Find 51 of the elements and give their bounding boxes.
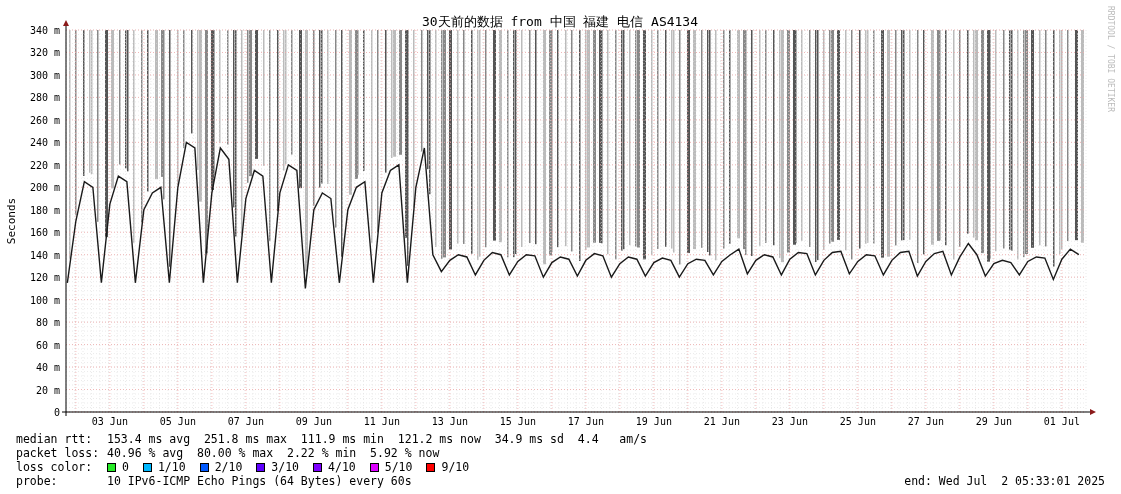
x-tick-label: 21 Jun	[703, 416, 740, 427]
x-tick-label: 19 Jun	[635, 416, 672, 427]
legend-text: 5/10	[384, 460, 413, 474]
x-tick-label: 29 Jun	[975, 416, 1012, 427]
legend-text: 2/10	[214, 460, 243, 474]
y-tick-label: 300 m	[29, 69, 60, 81]
x-tick-label: 03 Jun	[91, 416, 128, 427]
y-tick-label: 200 m	[29, 182, 60, 194]
side-text: RRDTOOL / TOBI OETIKER	[1106, 6, 1115, 112]
y-tick-label: 260 m	[29, 114, 60, 126]
y-tick-label: 20 m	[35, 384, 60, 396]
y-tick-label: 340 m	[29, 25, 60, 36]
legend-text: 3/10	[271, 460, 300, 474]
y-tick-label: 240 m	[29, 137, 60, 149]
y-tick-label: 0	[53, 407, 60, 418]
legend-text: 153.4 ms avg 251.8 ms max 111.9 ms min 121.2 ms now 34.9 ms sd 4.4 am/s	[107, 432, 648, 446]
y-tick-label: 40 m	[35, 362, 60, 374]
y-tick-label: 220 m	[29, 159, 60, 171]
y-tick-label: 80 m	[35, 317, 60, 329]
y-tick-label: 60 m	[35, 339, 60, 351]
legend-text: 40.96 % avg 80.00 % max 2.22 % min 5.92 % now	[107, 446, 440, 460]
x-tick-label: 17 Jun	[567, 416, 604, 427]
legend-label: loss color:	[16, 460, 94, 474]
legend-label: packet loss:	[16, 446, 101, 460]
x-tick-label: 13 Jun	[431, 416, 468, 427]
y-tick-label: 120 m	[29, 272, 60, 284]
legend-label: probe:	[16, 474, 59, 488]
x-tick-label: 01 Jul	[1043, 416, 1080, 427]
y-axis-label: Seconds	[5, 197, 18, 245]
legend-text: 10 IPv6-ICMP Echo Pings (64 Bytes) every 60s	[107, 474, 412, 488]
y-tick-label: 100 m	[29, 294, 60, 306]
legend-text: 0	[122, 460, 129, 474]
legend-label: median rtt:	[16, 432, 94, 446]
y-tick-label: 140 m	[29, 249, 60, 261]
x-tick-label: 23 Jun	[771, 416, 808, 427]
x-tick-label: 11 Jun	[363, 416, 400, 427]
x-tick-label: 25 Jun	[839, 416, 876, 427]
legend-text: 4/10	[328, 460, 356, 474]
x-tick-label: 27 Jun	[907, 416, 944, 427]
end-time: end: Wed Jul 2 05:33:01 2025	[904, 474, 1105, 488]
x-tick-label: 15 Jun	[499, 416, 536, 427]
y-tick-label: 320 m	[29, 47, 60, 59]
x-tick-label: 05 Jun	[159, 416, 196, 427]
y-tick-label: 180 m	[29, 204, 60, 216]
y-tick-label: 160 m	[29, 227, 60, 239]
legend-text: 1/10	[157, 460, 186, 474]
y-tick-label: 280 m	[29, 92, 60, 104]
chart-title: 30天前的数据 from 中国 福建 电信 AS4134	[421, 14, 699, 29]
legend-text: 9/10	[441, 460, 470, 474]
x-tick-label: 07 Jun	[227, 416, 264, 427]
x-tick-label: 09 Jun	[295, 416, 332, 427]
